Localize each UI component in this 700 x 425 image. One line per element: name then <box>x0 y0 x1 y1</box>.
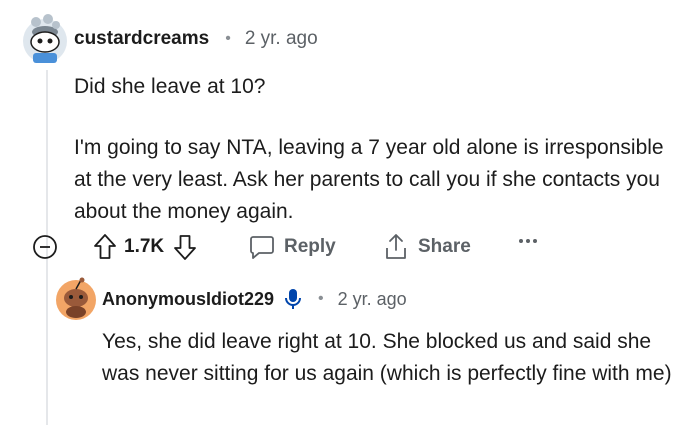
collapse-icon <box>33 235 57 259</box>
more-options-button[interactable] <box>518 237 538 245</box>
microphone-icon <box>284 288 302 310</box>
comment-paragraph: I'm going to say NTA, leaving a 7 year o… <box>74 136 664 223</box>
vote-group: 1.7K <box>92 232 198 262</box>
comment-bubble-icon <box>250 236 274 259</box>
more-icon <box>519 239 537 243</box>
timestamp[interactable]: 2 yr. ago <box>245 28 318 50</box>
reply-timestamp[interactable]: 2 yr. ago <box>338 289 407 310</box>
downvote-icon[interactable] <box>172 232 198 262</box>
collapse-button[interactable] <box>32 234 58 260</box>
share-button[interactable]: Share <box>382 232 471 262</box>
upvote-icon[interactable] <box>92 232 118 262</box>
username[interactable]: custardcreams <box>74 28 209 50</box>
comment-actions: 1.7K Reply Share <box>32 232 572 266</box>
reply-label: Reply <box>284 236 336 257</box>
vote-score: 1.7K <box>124 236 165 257</box>
reply-header: AnonymousIdiot229 • 2 yr. ago <box>102 288 407 310</box>
avatar[interactable] <box>22 14 68 64</box>
reply-body: Yes, she did leave right at 10. She bloc… <box>102 330 672 385</box>
reply-button[interactable]: Reply <box>248 233 336 261</box>
separator-dot: • <box>318 290 324 307</box>
share-label: Share <box>418 236 471 257</box>
share-icon <box>386 234 406 259</box>
reply-username[interactable]: AnonymousIdiot229 <box>102 289 274 310</box>
separator-dot: • <box>225 30 231 47</box>
reply-avatar[interactable] <box>56 276 96 322</box>
comment-paragraph: Did she leave at 10? <box>74 75 266 98</box>
comment-header: custardcreams • 2 yr. ago <box>74 28 318 50</box>
